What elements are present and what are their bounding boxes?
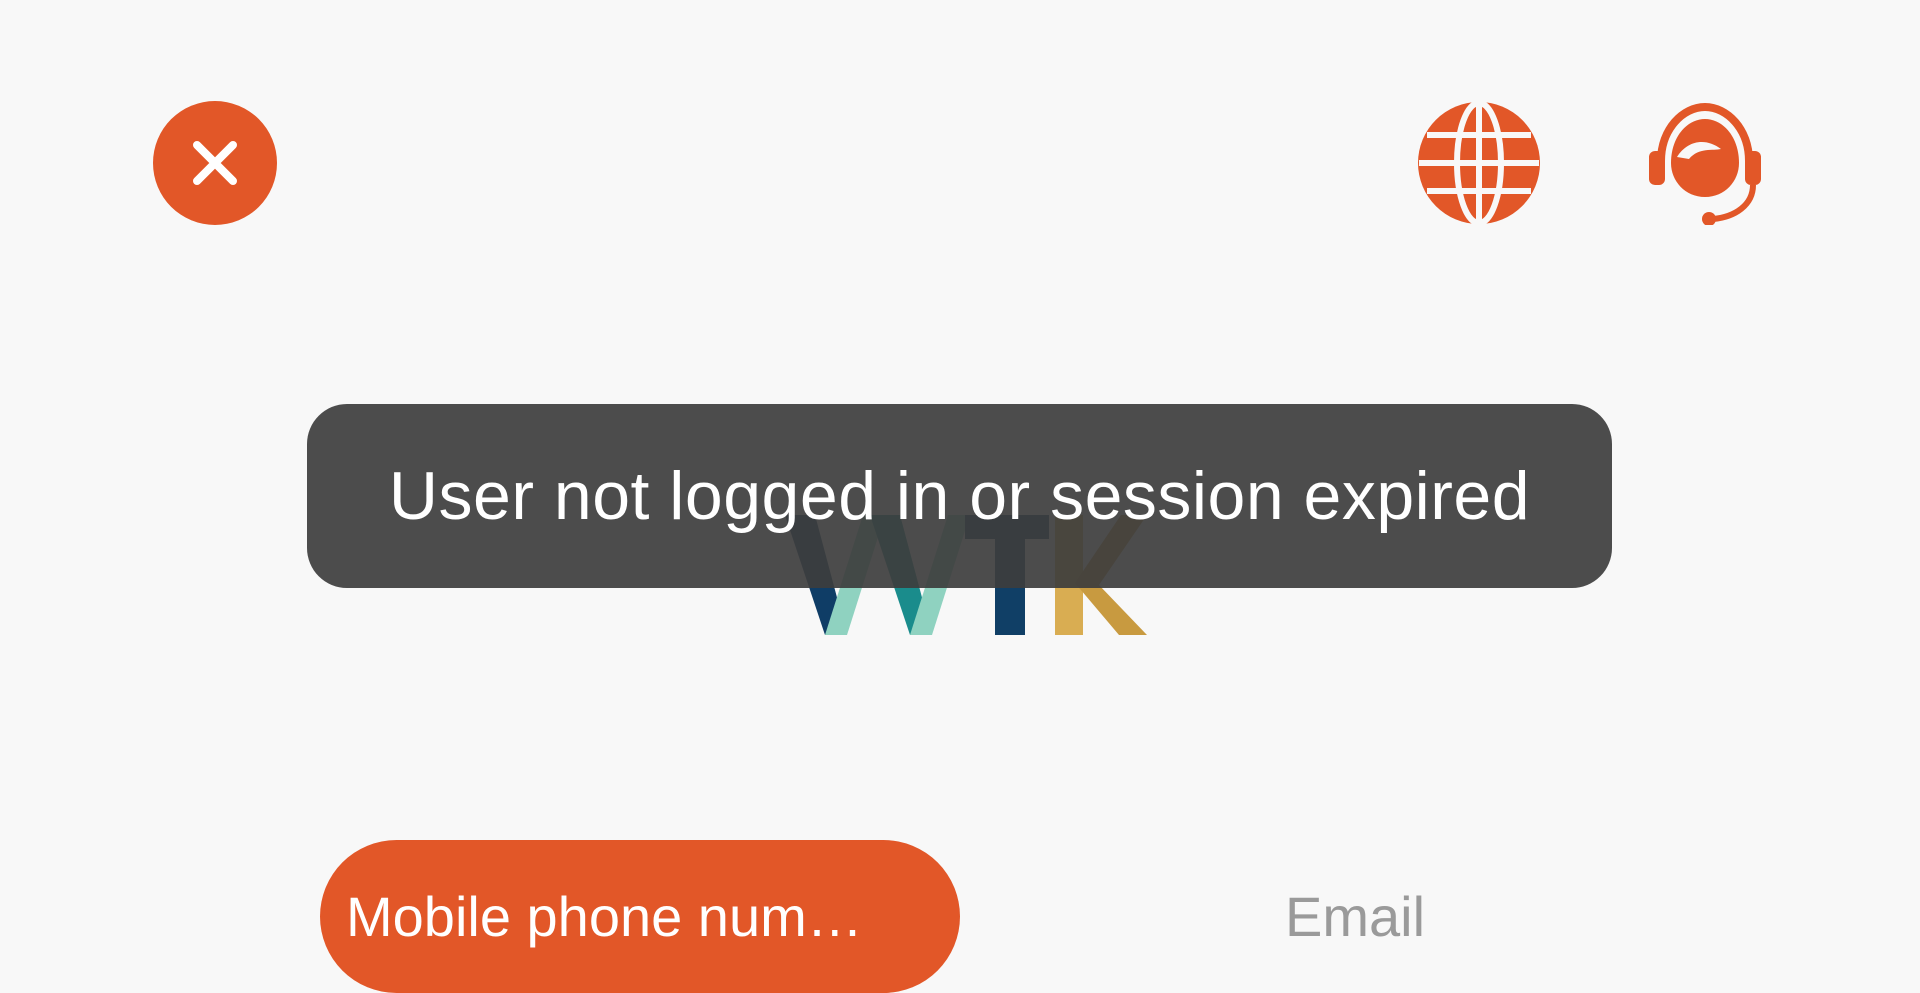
login-method-tabs: Mobile phone num… Email <box>320 840 1600 993</box>
session-expired-toast: User not logged in or session expired <box>307 404 1612 588</box>
close-button[interactable] <box>153 101 277 225</box>
tab-email-label: Email <box>1285 885 1426 948</box>
tab-mobile-phone-label: Mobile phone num… <box>346 885 863 948</box>
customer-service-icon <box>1649 102 1761 225</box>
toast-message: User not logged in or session expired <box>388 458 1531 534</box>
login-page: User not logged in or session expired Mo… <box>0 0 1920 993</box>
language-button[interactable] <box>1417 101 1541 225</box>
tab-email[interactable]: Email <box>1200 840 1600 993</box>
customer-service-button[interactable] <box>1643 101 1767 225</box>
close-icon <box>193 141 237 185</box>
tab-mobile-phone[interactable]: Mobile phone num… <box>320 840 960 993</box>
globe-icon <box>1418 101 1540 225</box>
